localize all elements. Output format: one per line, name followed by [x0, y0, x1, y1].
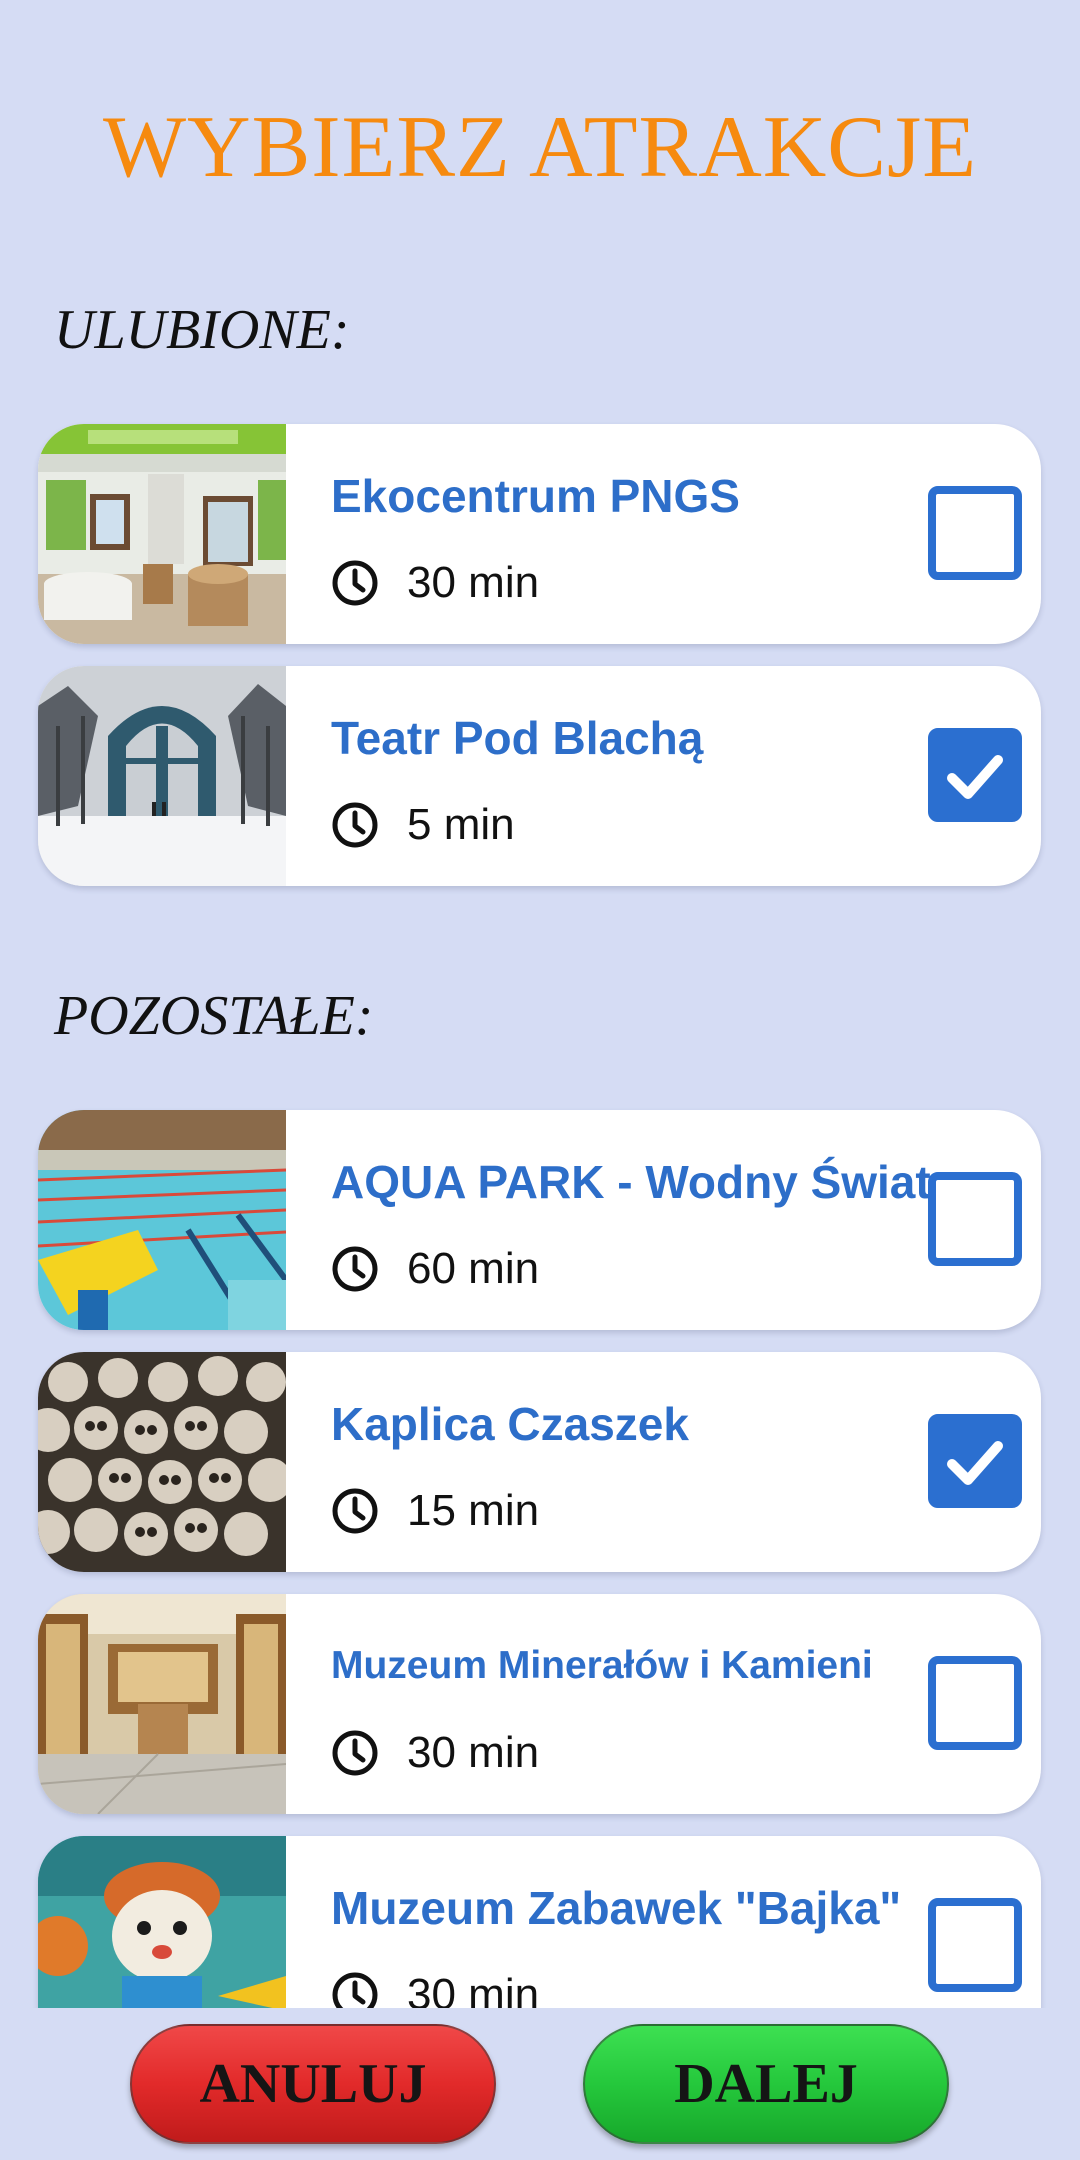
- duration-text: 30 min: [407, 1728, 540, 1777]
- attraction-card-muzeum-zabawek[interactable]: Muzeum Zabawek "Bajka" 30 min: [38, 1836, 1041, 2008]
- attraction-duration: 30 min: [331, 1968, 539, 2008]
- cancel-button[interactable]: ANULUJ: [130, 2024, 496, 2144]
- checkmark-icon: [947, 1441, 1003, 1485]
- attraction-card-ekocentrum[interactable]: Ekocentrum PNGS 30 min: [38, 424, 1041, 644]
- attraction-photo: [38, 1836, 286, 2008]
- select-checkbox[interactable]: [928, 1414, 1022, 1508]
- attraction-duration: 60 min: [331, 1242, 539, 1296]
- duration-text: 30 min: [407, 558, 540, 607]
- checkmark-icon: [947, 755, 1003, 799]
- clock-icon: [332, 1246, 378, 1292]
- attraction-name: Muzeum Zabawek "Bajka": [331, 1882, 902, 1934]
- attraction-photo: [38, 666, 286, 886]
- attraction-card-teatr[interactable]: Teatr Pod Blachą 5 min: [38, 666, 1041, 886]
- duration-text: 5 min: [407, 800, 515, 849]
- select-checkbox[interactable]: [928, 486, 1022, 580]
- clock-icon: [332, 802, 378, 848]
- attraction-name: AQUA PARK - Wodny Świat: [331, 1156, 931, 1208]
- attraction-card-muzeum-mineralow[interactable]: Muzeum Minerałów i Kamieni 30 min: [38, 1594, 1041, 1814]
- attraction-card-kaplica[interactable]: Kaplica Czaszek 15 min: [38, 1352, 1041, 1572]
- select-checkbox[interactable]: [928, 1656, 1022, 1750]
- select-checkbox[interactable]: [928, 1898, 1022, 1992]
- attraction-card-aquapark[interactable]: AQUA PARK - Wodny Świat 60 min: [38, 1110, 1041, 1330]
- clock-icon: [332, 1730, 378, 1776]
- duration-text: 30 min: [407, 1970, 540, 2008]
- attraction-photo: [38, 1352, 286, 1572]
- attraction-duration: 15 min: [331, 1484, 539, 1538]
- others-section-label: POZOSTAŁE:: [54, 985, 374, 1047]
- duration-text: 15 min: [407, 1486, 540, 1535]
- next-button[interactable]: DALEJ: [583, 2024, 949, 2144]
- attraction-photo: [38, 1110, 286, 1330]
- attraction-photo: [38, 1594, 286, 1814]
- select-checkbox[interactable]: [928, 728, 1022, 822]
- attraction-name: Kaplica Czaszek: [331, 1398, 689, 1450]
- clock-icon: [332, 560, 378, 606]
- attraction-photo: [38, 424, 286, 644]
- duration-text: 60 min: [407, 1244, 540, 1293]
- attraction-name: Muzeum Minerałów i Kamieni: [331, 1644, 873, 1687]
- attraction-name: Teatr Pod Blachą: [331, 712, 704, 764]
- attraction-duration: 30 min: [331, 1726, 539, 1780]
- favorites-section-label: ULUBIONE:: [54, 299, 350, 361]
- attraction-duration: 30 min: [331, 556, 539, 610]
- attraction-name: Ekocentrum PNGS: [331, 470, 740, 522]
- clock-icon: [332, 1488, 378, 1534]
- select-checkbox[interactable]: [928, 1172, 1022, 1266]
- attractions-list[interactable]: ULUBIONE: Ekocentrum PNGS 30 min Teatr P…: [0, 0, 1080, 2008]
- clock-icon: [332, 1972, 378, 2008]
- attraction-duration: 5 min: [331, 798, 515, 852]
